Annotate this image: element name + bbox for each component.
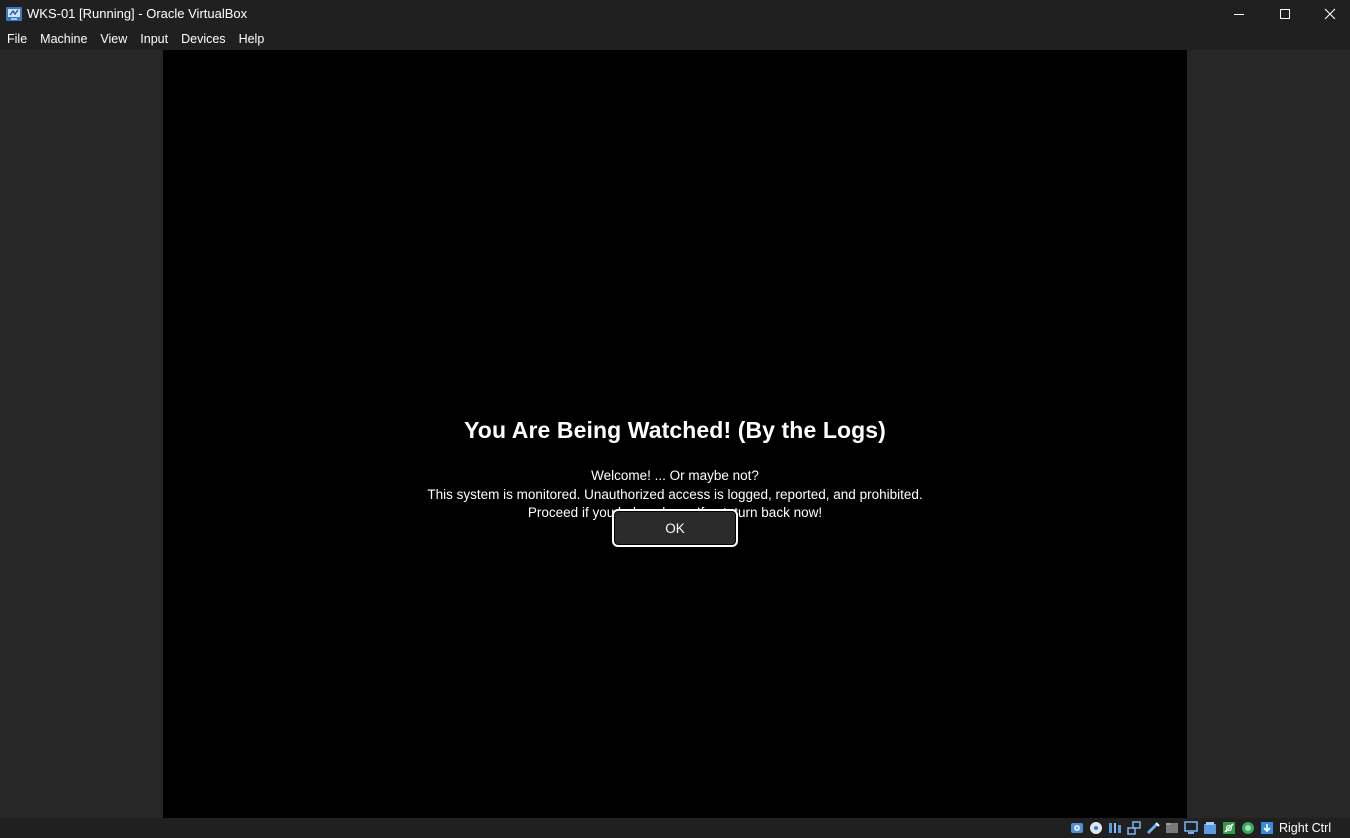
optical-drive-icon[interactable]	[1088, 820, 1104, 836]
menu-file[interactable]: File	[0, 29, 34, 50]
menu-help[interactable]: Help	[232, 29, 271, 50]
cpu-icon[interactable]	[1221, 820, 1237, 836]
window-title: WKS-01 [Running] - Oracle VirtualBox	[27, 6, 248, 21]
status-indicators	[1069, 820, 1275, 836]
hard-disk-icon[interactable]	[1069, 820, 1085, 836]
banner-title: You Are Being Watched! (By the Logs)	[464, 417, 886, 443]
menu-machine[interactable]: Machine	[34, 29, 94, 50]
menu-view[interactable]: View	[94, 29, 134, 50]
minimize-button[interactable]	[1216, 0, 1262, 28]
banner-line: This system is monitored. Unauthorized a…	[427, 486, 923, 502]
virtualbox-window: WKS-01 [Running] - Oracle VirtualBox Fil…	[0, 0, 1350, 838]
keyboard-icon[interactable]	[1259, 820, 1275, 836]
mouse-integration-icon[interactable]	[1240, 820, 1256, 836]
maximize-button[interactable]	[1262, 0, 1308, 28]
status-bar: Right Ctrl	[0, 818, 1350, 838]
menu-bar: File Machine View Input Devices Help	[0, 29, 1350, 50]
shared-folders-icon[interactable]	[1164, 820, 1180, 836]
close-icon	[1324, 8, 1336, 20]
audio-icon[interactable]	[1107, 820, 1123, 836]
network-icon[interactable]	[1126, 820, 1142, 836]
maximize-icon	[1280, 9, 1290, 19]
banner-line: Welcome! ... Or maybe not?	[591, 468, 759, 483]
display-icon[interactable]	[1183, 820, 1199, 836]
title-bar[interactable]: WKS-01 [Running] - Oracle VirtualBox	[0, 0, 1350, 28]
ok-button[interactable]: OK	[612, 509, 738, 547]
menu-input[interactable]: Input	[134, 29, 175, 50]
recording-icon[interactable]	[1202, 820, 1218, 836]
minimize-icon	[1234, 14, 1244, 15]
menu-devices[interactable]: Devices	[175, 29, 232, 50]
vm-screen[interactable]: You Are Being Watched! (By the Logs) Wel…	[163, 50, 1187, 818]
host-key-label: Right Ctrl	[1279, 821, 1332, 835]
usb-icon[interactable]	[1145, 820, 1161, 836]
virtualbox-icon	[6, 7, 22, 21]
close-button[interactable]	[1307, 0, 1350, 28]
